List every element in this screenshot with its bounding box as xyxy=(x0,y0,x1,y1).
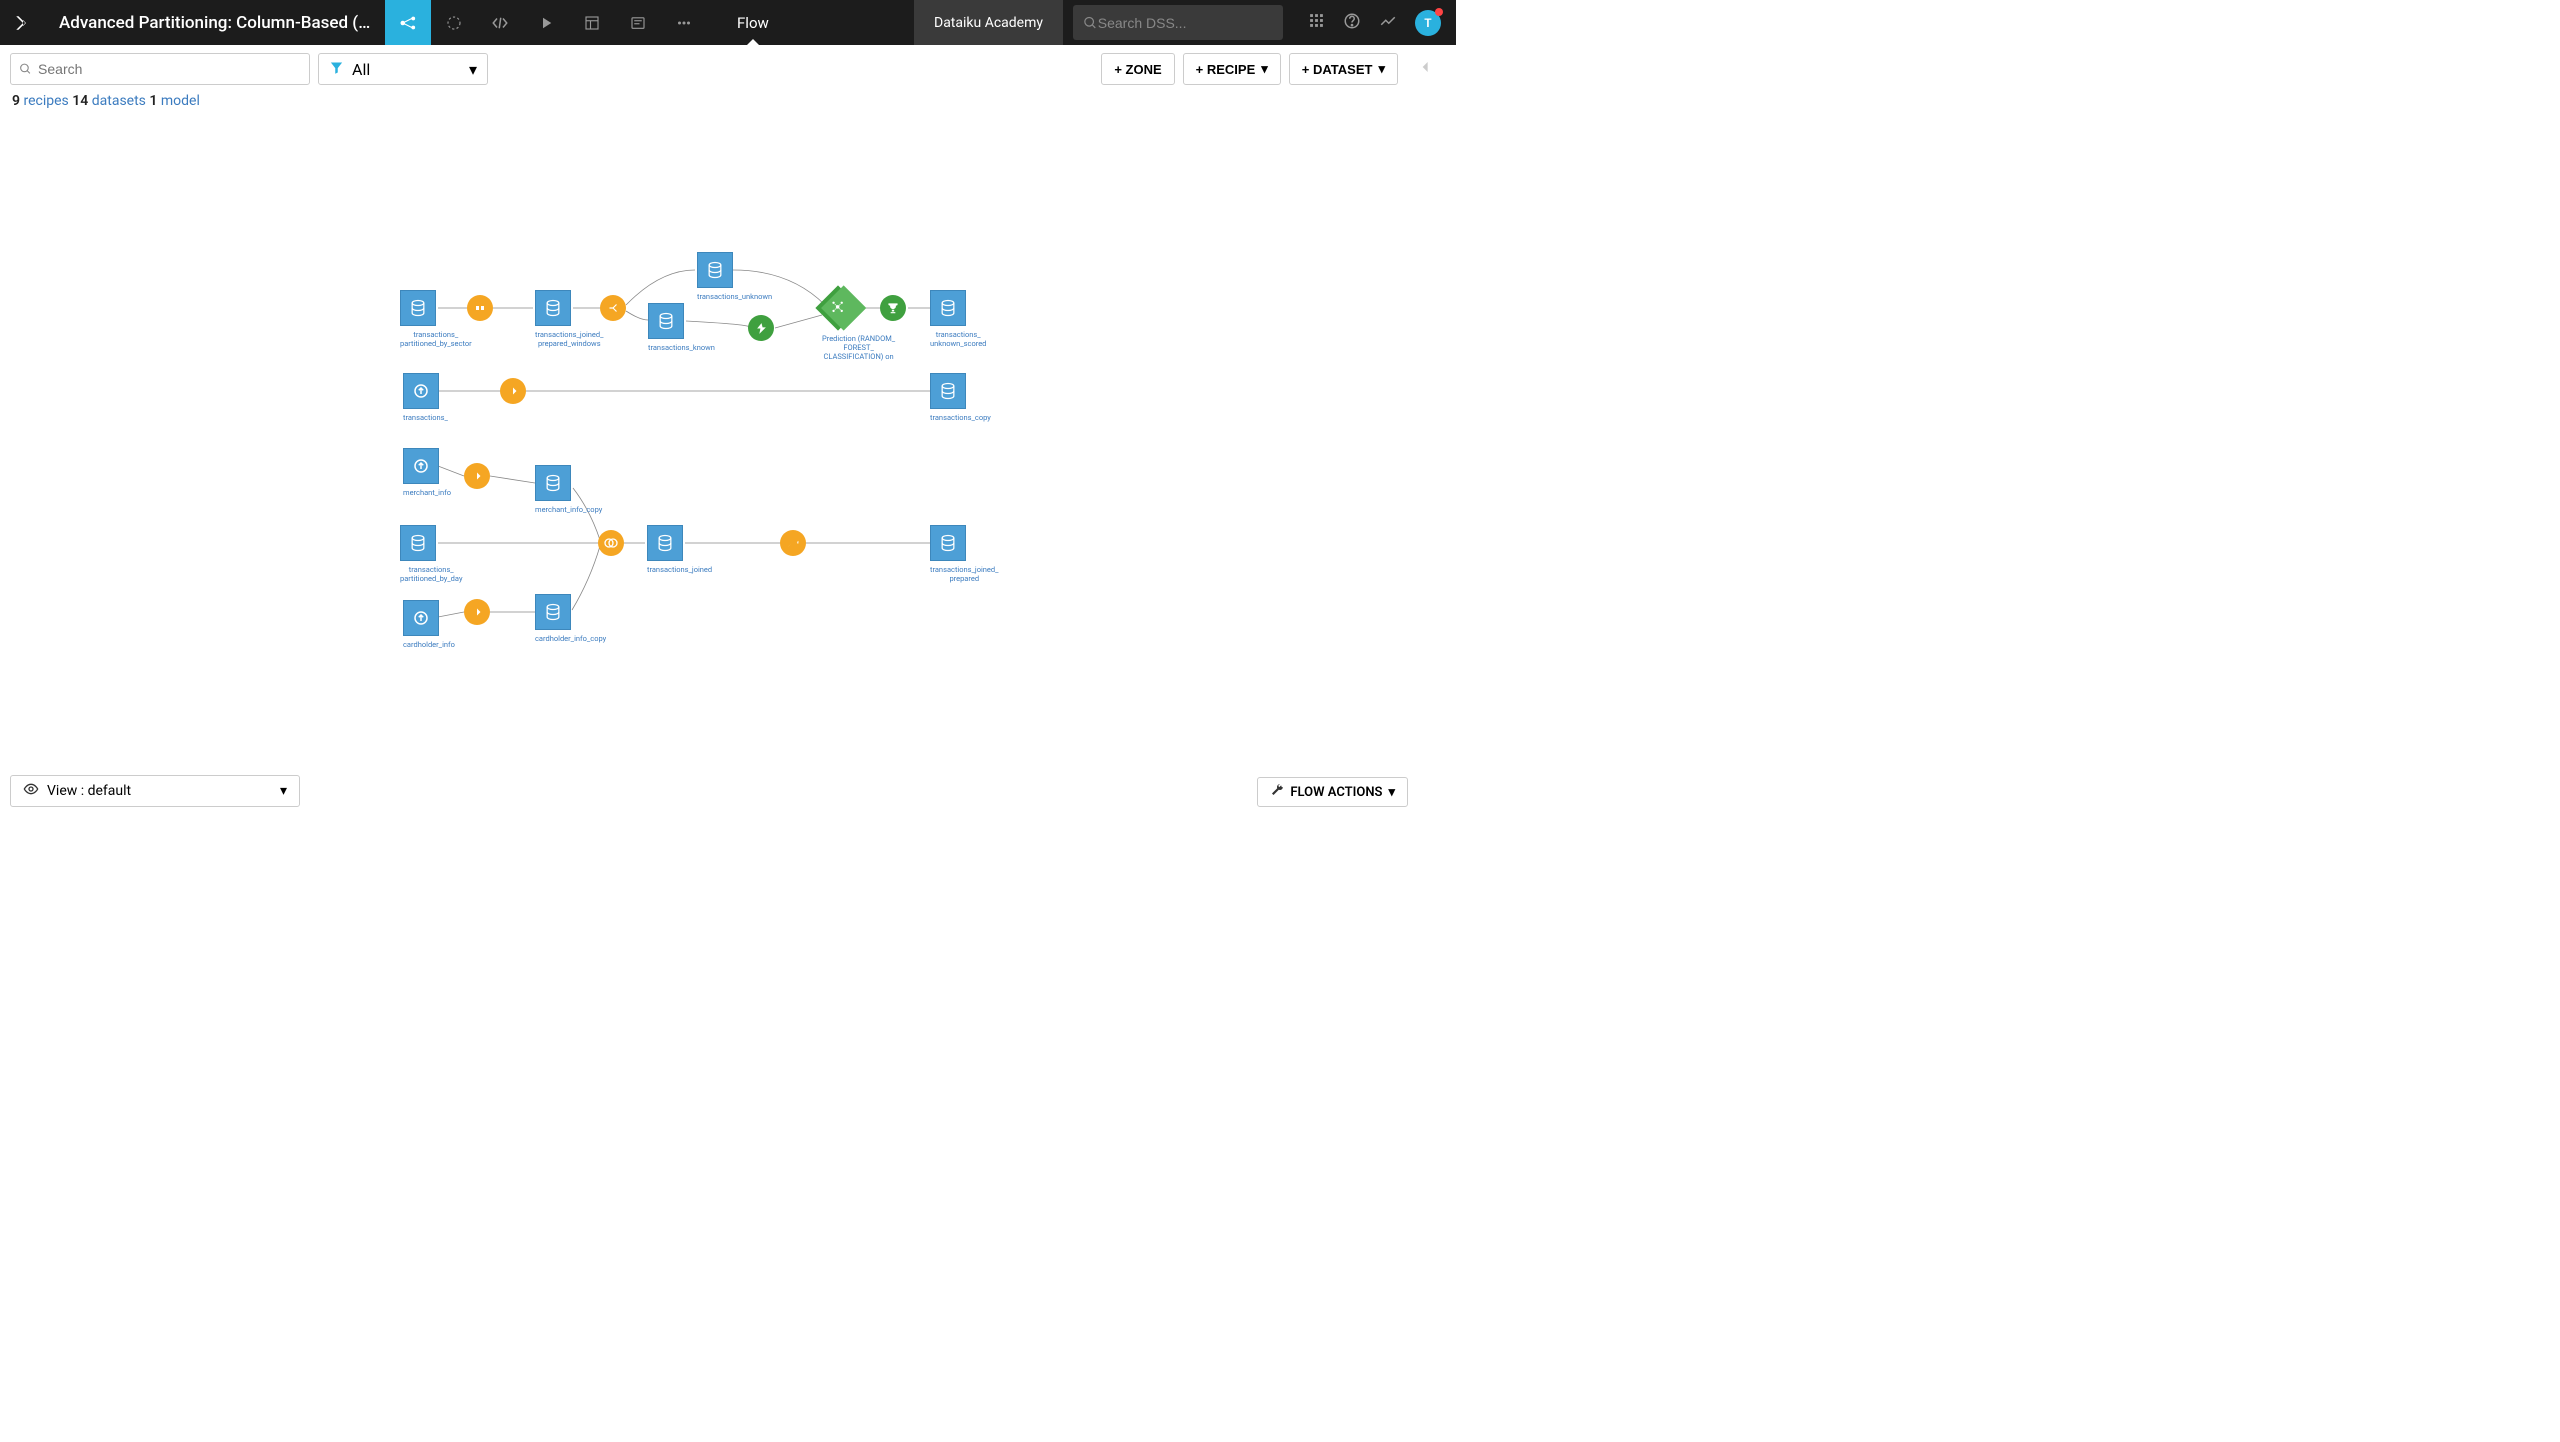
more-icon[interactable] xyxy=(661,0,707,45)
recipe-sync-2[interactable] xyxy=(464,463,490,489)
dataset-transactions-partitioned-by-sector[interactable]: transactions_ partitioned_by_sector xyxy=(400,290,472,348)
add-recipe-button[interactable]: + RECIPE▾ xyxy=(1183,53,1281,85)
view-selector[interactable]: View : default ▾ xyxy=(10,775,300,807)
top-nav: Advanced Partitioning: Column-Based (Tut… xyxy=(0,0,1456,45)
recipe-split[interactable] xyxy=(600,295,626,321)
flow-tab-label[interactable]: Flow xyxy=(707,0,799,45)
search-icon xyxy=(19,62,32,76)
dataset-transactions-known[interactable]: transactions_known xyxy=(648,303,715,352)
chevron-down-icon: ▾ xyxy=(469,60,477,79)
help-icon[interactable] xyxy=(1343,12,1361,34)
collapse-panel-icon[interactable] xyxy=(1406,57,1446,81)
models-link[interactable]: model xyxy=(161,93,200,109)
wrench-icon xyxy=(1270,783,1284,801)
wiki-icon[interactable] xyxy=(615,0,661,45)
dashboard-icon[interactable] xyxy=(569,0,615,45)
flow-canvas[interactable]: transactions_ partitioned_by_sector tran… xyxy=(0,110,1408,769)
recipe-score[interactable] xyxy=(880,295,906,321)
apps-icon[interactable] xyxy=(1308,12,1325,33)
lab-icon[interactable] xyxy=(431,0,477,45)
search-icon xyxy=(1083,15,1098,31)
dataset-transactions[interactable]: transactions_ xyxy=(403,373,448,422)
chevron-down-icon: ▾ xyxy=(1378,61,1385,77)
recipes-link[interactable]: recipes xyxy=(23,93,68,109)
header-right-icons: T xyxy=(1293,10,1456,36)
dataset-transactions-partitioned-by-day[interactable]: transactions_ partitioned_by_day xyxy=(400,525,463,583)
dataset-transactions-copy[interactable]: transactions_copy xyxy=(930,373,991,422)
nav-icons xyxy=(385,0,707,45)
dataset-transactions-unknown[interactable]: transactions_unknown xyxy=(697,252,772,301)
filter-dropdown[interactable]: All ▾ xyxy=(318,53,488,85)
jobs-icon[interactable] xyxy=(523,0,569,45)
datasets-count: 14 xyxy=(72,93,88,109)
user-avatar[interactable]: T xyxy=(1415,10,1441,36)
recipe-window[interactable] xyxy=(467,295,493,321)
code-icon[interactable] xyxy=(477,0,523,45)
dataset-merchant-info-copy[interactable]: merchant_info_copy xyxy=(535,465,602,514)
eye-icon xyxy=(23,781,39,801)
academy-button[interactable]: Dataiku Academy xyxy=(914,0,1063,45)
global-search[interactable] xyxy=(1073,5,1283,40)
recipe-prepare[interactable] xyxy=(780,530,806,556)
funnel-icon xyxy=(329,60,344,79)
dataset-cardholder-info-copy[interactable]: cardholder_info_copy xyxy=(535,594,606,643)
dataset-cardholder-info[interactable]: cardholder_info xyxy=(403,600,455,649)
add-dataset-button[interactable]: + DATASET▾ xyxy=(1289,53,1398,85)
dataiku-logo-icon[interactable] xyxy=(0,0,45,45)
filter-value: All xyxy=(352,60,370,79)
dataset-transactions-joined-prepared-windows[interactable]: transactions_joined_ prepared_windows xyxy=(535,290,604,348)
chevron-down-icon: ▾ xyxy=(1388,785,1395,800)
flow-actions-label: FLOW ACTIONS xyxy=(1290,785,1382,800)
flow-icon[interactable] xyxy=(385,0,431,45)
flow-search[interactable] xyxy=(10,53,310,85)
recipe-sync-1[interactable] xyxy=(500,378,526,404)
project-title[interactable]: Advanced Partitioning: Column-Based (Tut… xyxy=(45,13,385,33)
chevron-down-icon: ▾ xyxy=(1261,61,1268,77)
global-search-input[interactable] xyxy=(1098,15,1273,31)
dataset-transactions-joined-prepared[interactable]: transactions_joined_ prepared xyxy=(930,525,999,583)
add-zone-button[interactable]: + ZONE xyxy=(1101,53,1174,85)
activity-icon[interactable] xyxy=(1379,12,1397,34)
recipe-train[interactable] xyxy=(748,315,774,341)
flow-actions-button[interactable]: FLOW ACTIONS ▾ xyxy=(1257,777,1408,807)
dataset-transactions-joined[interactable]: transactions_joined xyxy=(647,525,712,574)
dataset-merchant-info[interactable]: merchant_info xyxy=(403,448,451,497)
dataset-transactions-unknown-scored[interactable]: transactions_ unknown_scored xyxy=(930,290,986,348)
datasets-link[interactable]: datasets xyxy=(92,93,146,109)
recipes-count: 9 xyxy=(12,93,20,109)
flow-search-input[interactable] xyxy=(38,61,301,77)
recipe-sync-3[interactable] xyxy=(464,599,490,625)
recipe-join[interactable] xyxy=(598,530,624,556)
view-label: View : default xyxy=(47,783,131,799)
flow-toolbar: All ▾ + ZONE + RECIPE▾ + DATASET▾ xyxy=(0,45,1456,93)
flow-edges xyxy=(0,110,1408,769)
models-count: 1 xyxy=(149,93,157,109)
chevron-down-icon: ▾ xyxy=(280,783,287,799)
